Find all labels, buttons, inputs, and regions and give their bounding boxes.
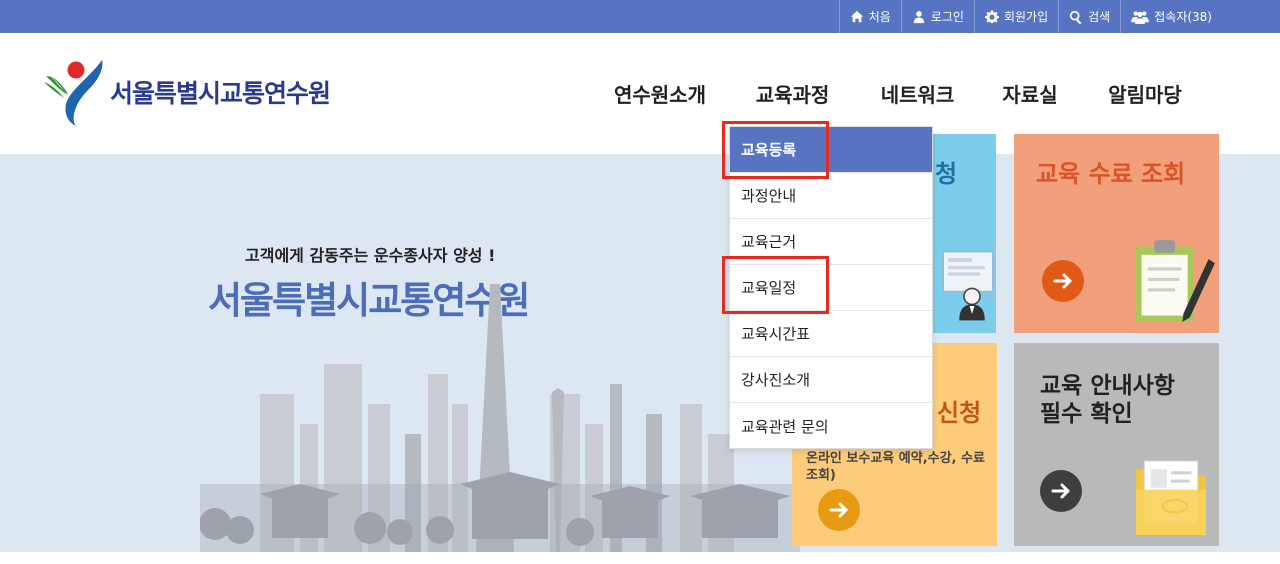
utility-links: 처음 로그인 회원가입 검색 접속자(38) (838, 0, 1222, 33)
dropdown-item-legal-basis[interactable]: 교육근거 (730, 219, 932, 265)
arrow-right-icon (1051, 483, 1070, 499)
signup-link-label: 회원가입 (1003, 10, 1049, 24)
seoul-logo-icon (44, 60, 103, 126)
tile-refresher-training-title: 신청 (937, 399, 982, 427)
search-icon (1070, 10, 1082, 24)
dropdown-item-schedule[interactable]: 교육일정 (730, 265, 932, 311)
dropdown-item-instructors[interactable]: 강사진소개 (730, 357, 932, 403)
tile-training-notice-title-line1: 교육 안내사항 (1040, 373, 1175, 399)
clipboard-pen-icon (1135, 240, 1215, 322)
signup-link[interactable]: 회원가입 (973, 0, 1058, 33)
visitors-link[interactable]: 접속자(38) (1120, 0, 1222, 33)
nav-item-about[interactable]: 연수원소개 (590, 33, 730, 154)
courses-dropdown-menu: 교육등록 과정안내 교육근거 교육일정 교육시간표 강사진소개 교육관련 문의 (729, 126, 933, 449)
tile-completion-lookup-title: 교육 수료 조회 (1036, 160, 1186, 188)
search-link-label: 검색 (1088, 10, 1111, 24)
login-link[interactable]: 로그인 (900, 0, 974, 33)
visitors-link-label: 접속자(38) (1154, 10, 1212, 24)
tile-online-apply-title: 청 (935, 160, 958, 188)
dropdown-item-inquiry[interactable]: 교육관련 문의 (730, 403, 932, 449)
tile-completion-lookup[interactable]: 교육 수료 조회 (1014, 134, 1219, 333)
home-link[interactable]: 처음 (838, 0, 901, 33)
home-icon (850, 10, 863, 22)
city-skyline-illustration (200, 284, 800, 552)
hero-subtitle: 고객에게 감동주는 운수종사자 양성 ! (245, 246, 496, 265)
tile-completion-lookup-arrow-button[interactable] (1042, 260, 1084, 302)
tile-training-notice-title-line2: 필수 확인 (1040, 400, 1133, 427)
tile-training-notice[interactable]: 교육 안내사항 필수 확인 (1014, 343, 1219, 546)
top-utility-bar: 처음 로그인 회원가입 검색 접속자(38) (0, 0, 1280, 33)
page-bottom-band (0, 552, 1280, 564)
gear-icon (984, 9, 999, 23)
search-link[interactable]: 검색 (1058, 0, 1120, 33)
tile-refresher-training-description: 온라인 보수교육 예약,수강, 수료 조회) (806, 451, 985, 483)
dropdown-item-course-guide[interactable]: 과정안내 (730, 173, 932, 219)
tile-training-notice-arrow-button[interactable] (1040, 470, 1082, 512)
arrow-right-icon (829, 502, 848, 518)
user-icon (913, 10, 925, 23)
site-logo-text: 서울특별시교통연수원 (110, 79, 331, 108)
monitor-person-icon (942, 250, 994, 321)
page: 처음 로그인 회원가입 검색 접속자(38) 서울특별시교통연수원 연수원소개 … (0, 0, 1280, 564)
tile-refresher-training-arrow-button[interactable] (818, 489, 860, 531)
dropdown-item-registration[interactable]: 교육등록 (730, 127, 932, 173)
users-icon (1131, 10, 1149, 24)
login-link-label: 로그인 (930, 10, 964, 24)
site-logo[interactable]: 서울특별시교통연수원 (40, 55, 340, 129)
document-folder-icon (1136, 460, 1206, 535)
home-link-label: 처음 (868, 10, 891, 24)
dropdown-item-timetable[interactable]: 교육시간표 (730, 311, 932, 357)
arrow-right-icon (1053, 273, 1072, 289)
tile-training-notice-title: 교육 안내사항 필수 확인 (1040, 373, 1175, 428)
